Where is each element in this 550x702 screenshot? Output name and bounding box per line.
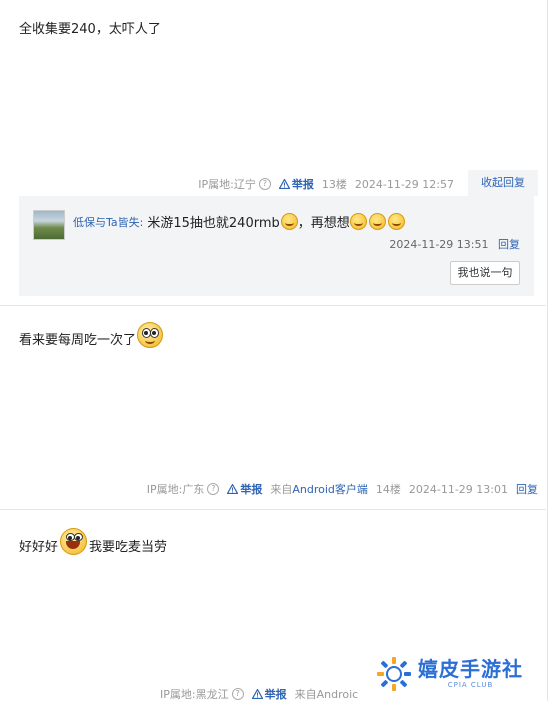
- shy-emoji-icon: [280, 213, 298, 230]
- ip-location: IP属地:广东: [146, 483, 205, 496]
- report-link[interactable]: 举报: [227, 481, 262, 497]
- post-15-meta: IP属地:黑龙江 ? 举报 来自Androic: [160, 686, 358, 702]
- post-13-text: 全收集要240，太吓人了: [19, 22, 161, 37]
- sub-reply-author[interactable]: 低保与Ta皆失:: [73, 214, 143, 230]
- right-border: [547, 0, 548, 701]
- post-15-text-a: 好好好: [19, 540, 59, 555]
- android-client-link[interactable]: Android客户端: [292, 483, 368, 496]
- sub-reply-meta: 2024-11-29 13:51 回复: [389, 236, 520, 252]
- sub-reply-content: 低保与Ta皆失: 米游15抽也就240rmb ，再想想: [73, 212, 405, 231]
- smile-emoji-icon: [368, 213, 386, 230]
- sun-logo-icon: [377, 657, 411, 691]
- warning-triangle-icon: [278, 179, 290, 189]
- laughing-emoji-icon: [60, 528, 88, 555]
- ip-location: IP属地:辽宁: [198, 178, 256, 191]
- post-14-content: 看来要每周吃一次了: [19, 322, 164, 348]
- floor-number: 14楼: [375, 483, 401, 496]
- floor-number: 13楼: [321, 178, 347, 191]
- post-divider: [0, 305, 546, 306]
- post-13-meta: IP属地:辽宁 ? 举报 13楼 2024-11-29 12:57: [198, 176, 454, 192]
- say-something-button[interactable]: 我也说一句: [450, 261, 520, 285]
- sub-reply-box: 低保与Ta皆失: 米游15抽也就240rmb ，再想想 2024-11-29 1…: [19, 196, 534, 296]
- smile-emoji-icon: [349, 213, 367, 230]
- warning-triangle-icon: [227, 484, 239, 494]
- post-time: 2024-11-29 13:01: [408, 482, 508, 496]
- sub-reply-text-a: 米游15抽也就240rmb: [147, 216, 280, 231]
- question-circle-icon[interactable]: ?: [258, 178, 271, 190]
- collapse-reply-button[interactable]: 收起回复: [468, 170, 538, 196]
- warning-triangle-icon: [251, 689, 263, 699]
- watermark-title: 嬉皮手游社: [418, 657, 523, 681]
- sub-reply-reply-link[interactable]: 回复: [498, 238, 520, 251]
- watermark-logo: 嬉皮手游社 CPIA CLUB: [376, 656, 523, 692]
- question-circle-icon[interactable]: ?: [207, 483, 220, 495]
- sub-reply-text-b: ，再想想: [297, 216, 350, 231]
- sub-reply-time: 2024-11-29 13:51: [389, 238, 489, 251]
- report-link[interactable]: 举报: [278, 176, 314, 192]
- post-14-meta: IP属地:广东 ? 举报 来自Android客户端 14楼 2024-11-29…: [147, 481, 538, 497]
- question-circle-icon[interactable]: ?: [231, 688, 244, 700]
- teary-eyes-emoji-icon: [137, 322, 164, 348]
- avatar[interactable]: [33, 210, 65, 240]
- watermark-subtitle: CPIA CLUB: [447, 681, 494, 689]
- smile-emoji-icon: [387, 213, 405, 230]
- post-time: 2024-11-29 12:57: [354, 177, 454, 191]
- post-15-text-b: 我要吃麦当劳: [89, 540, 168, 555]
- reply-link[interactable]: 回复: [516, 481, 538, 497]
- post-13-content: 全收集要240，太吓人了: [19, 18, 161, 37]
- post-15-content: 好好好 我要吃麦当劳: [19, 528, 167, 555]
- post-14-text: 看来要每周吃一次了: [19, 333, 137, 348]
- client-source: 来自Android客户端: [270, 483, 368, 496]
- client-source: 来自Androic: [294, 688, 359, 701]
- report-link[interactable]: 举报: [251, 686, 287, 702]
- ip-location: IP属地:黑龙江: [160, 688, 229, 701]
- post-divider: [0, 509, 546, 510]
